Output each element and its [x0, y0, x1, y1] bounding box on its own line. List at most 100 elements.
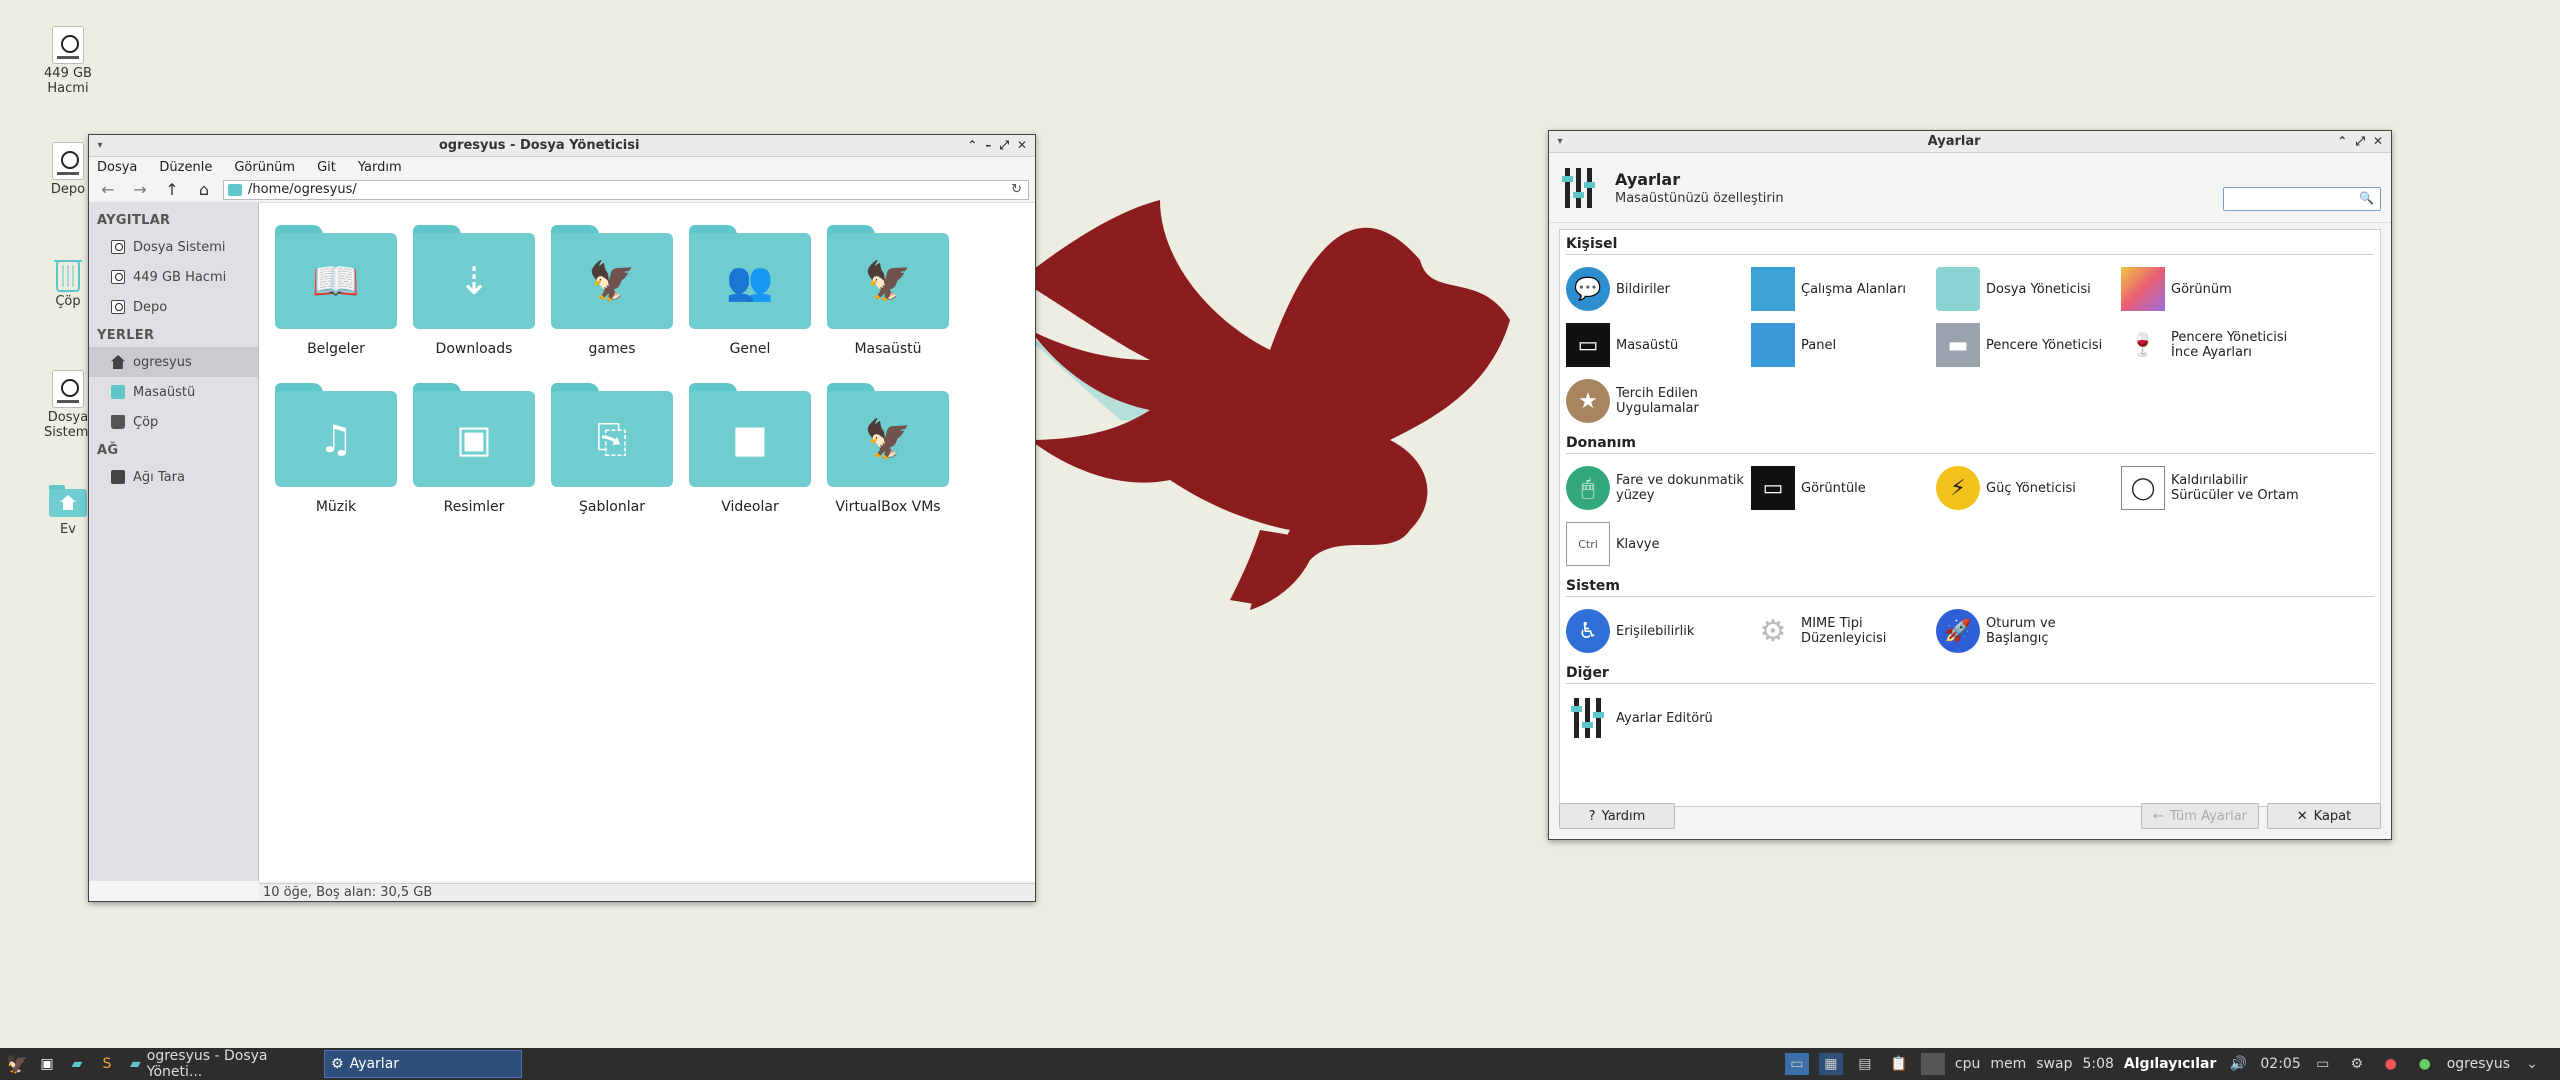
minimize-icon[interactable]: –: [985, 138, 991, 153]
settings-window[interactable]: ▾ Ayarlar ⌃ ⤢ ✕ Ayarlar Masaüstünüzü öze…: [1548, 130, 2392, 840]
folder-item[interactable]: 📖 Belgeler: [267, 225, 405, 357]
settings-item-preferred-apps[interactable]: ★ Tercih Edilen Uygulamalar: [1566, 379, 1751, 423]
back-arrow-icon: ←: [2152, 808, 2164, 824]
settings-item-mouse[interactable]: 🖱 Fare ve dokunmatik yüzey: [1566, 466, 1751, 510]
toolbar: ← → ↑ ⌂ /home/ogresyus/ ↻: [89, 177, 1035, 203]
sidebar-item-label: Masaüstü: [133, 384, 196, 400]
folder-item[interactable]: ⎘ Şablonlar: [543, 383, 681, 515]
window-manager-icon: ▬: [1936, 323, 1980, 367]
folder-item[interactable]: ▣ Resimler: [405, 383, 543, 515]
address-bar[interactable]: /home/ogresyus/ ↻: [223, 179, 1029, 200]
notification-bubble-icon: 💬: [1566, 267, 1610, 311]
terminal-icon[interactable]: ▣: [34, 1052, 60, 1076]
close-icon[interactable]: ✕: [1017, 138, 1027, 153]
sidebar-item-filesystem[interactable]: Dosya Sistemi: [89, 232, 258, 262]
window-menu-icon[interactable]: ▾: [89, 140, 111, 151]
forward-arrow-icon[interactable]: →: [127, 180, 153, 199]
menu-duzenle[interactable]: Düzenle: [159, 160, 212, 175]
gear-icon: ⚙: [1751, 609, 1795, 653]
settings-item-workspaces[interactable]: Çalışma Alanları: [1751, 267, 1936, 311]
settings-item-window-manager-tweaks[interactable]: 🍷 Pencere Yöneticisi İnce Ayarları: [2121, 323, 2306, 367]
folder-item[interactable]: ■ Videolar: [681, 383, 819, 515]
maximize-icon[interactable]: ⤢: [2355, 134, 2365, 149]
folder-item[interactable]: 👥 Genel: [681, 225, 819, 357]
close-icon[interactable]: ✕: [2373, 134, 2383, 149]
file-manager-window[interactable]: ▾ ogresyus - Dosya Yöneticisi ⌃ – ⤢ ✕ Do…: [88, 134, 1036, 902]
file-manager-titlebar[interactable]: ▾ ogresyus - Dosya Yöneticisi ⌃ – ⤢ ✕: [89, 135, 1035, 157]
file-manager-launcher-icon[interactable]: ▰: [64, 1052, 90, 1076]
shade-icon[interactable]: ⌃: [967, 138, 977, 153]
app-menu-eagle-icon[interactable]: 🦅: [4, 1052, 30, 1076]
menu-git[interactable]: Git: [317, 160, 336, 175]
back-arrow-icon[interactable]: ←: [95, 180, 121, 199]
settings-item-label: Erişilebilirlik: [1616, 623, 1695, 639]
settings-item-label: Ayarlar Editörü: [1616, 710, 1713, 726]
settings-item-label: Dosya Yöneticisi: [1986, 281, 2091, 297]
update-icon[interactable]: ●: [2379, 1053, 2403, 1075]
settings-item-removable-drives[interactable]: ◯ Kaldırılabilir Sürücüler ve Ortam: [2121, 466, 2306, 510]
sidebar-item-trash[interactable]: Çöp: [89, 407, 258, 437]
settings-item-power-manager[interactable]: ⚡ Güç Yöneticisi: [1936, 466, 2121, 510]
workspace-2-icon[interactable]: ▦: [1818, 1053, 1843, 1075]
folder-label: Masaüstü: [854, 341, 922, 357]
settings-item-display[interactable]: ▭ Görüntüle: [1751, 466, 1936, 510]
menu-dosya[interactable]: Dosya: [97, 160, 137, 175]
home-icon[interactable]: ⌂: [191, 180, 217, 199]
search-input[interactable]: 🔍: [2223, 187, 2381, 211]
gear-icon[interactable]: ⚙: [2345, 1053, 2369, 1075]
settings-item-panel[interactable]: Panel: [1751, 323, 1936, 367]
settings-item-appearance[interactable]: Görünüm: [2121, 267, 2306, 311]
up-arrow-icon[interactable]: ↑: [159, 180, 185, 199]
settings-item-settings-editor[interactable]: Ayarlar Editörü: [1566, 696, 1751, 740]
sidebar-item-label: Ağı Tara: [133, 469, 185, 485]
clipboard-icon[interactable]: 📋: [1887, 1053, 1911, 1075]
file-view[interactable]: 📖 Belgeler ⇣ Downloads 🦅 games 👥 Genel 🦅 Masaüstü…: [259, 203, 1035, 881]
reload-icon[interactable]: ↻: [1011, 182, 1028, 197]
folder-item[interactable]: 🦅 Masaüstü: [819, 225, 957, 357]
notification-icon[interactable]: ▭: [2311, 1053, 2335, 1075]
close-button[interactable]: ✕ Kapat: [2267, 803, 2381, 829]
sidebar-item-browse-network[interactable]: Ağı Tara: [89, 462, 258, 492]
folder-item[interactable]: 🦅 games: [543, 225, 681, 357]
folder-item[interactable]: ⇣ Downloads: [405, 225, 543, 357]
menu-gorunum[interactable]: Görünüm: [234, 160, 295, 175]
desktop-icon-449gb[interactable]: 449 GB Hacmi: [32, 26, 104, 96]
folder-icon: ⇣: [413, 225, 535, 329]
folder-label: games: [588, 341, 636, 357]
settings-item-notifications[interactable]: 💬 Bildiriler: [1566, 267, 1751, 311]
all-settings-button[interactable]: ← Tüm Ayarlar: [2141, 803, 2259, 829]
sidebar-item-depo[interactable]: Depo: [89, 292, 258, 322]
keyboard-icon: Ctrl: [1566, 522, 1610, 566]
network-icon[interactable]: ●: [2413, 1053, 2437, 1075]
sensors-label[interactable]: Algılayıcılar: [2124, 1056, 2216, 1072]
cpu-graph-icon: [1920, 1053, 1945, 1075]
help-button[interactable]: ? Yardım: [1559, 803, 1675, 829]
settings-item-window-manager[interactable]: ▬ Pencere Yöneticisi: [1936, 323, 2121, 367]
settings-item-accessibility[interactable]: ♿ Erişilebilirlik: [1566, 609, 1751, 653]
workspace-1-icon[interactable]: ▭: [1784, 1053, 1809, 1075]
settings-item-file-manager[interactable]: Dosya Yöneticisi: [1936, 267, 2121, 311]
settings-titlebar[interactable]: ▾ Ayarlar ⌃ ⤢ ✕: [1549, 131, 2391, 153]
folder-item[interactable]: ♫ Müzik: [267, 383, 405, 515]
settings-item-session-startup[interactable]: 🚀 Oturum ve Başlangıç: [1936, 609, 2121, 653]
window-menu-icon[interactable]: ▾: [1549, 136, 1571, 147]
sublime-text-icon[interactable]: S: [94, 1052, 120, 1076]
taskbar-task-file-manager[interactable]: ▰ ogresyus - Dosya Yöneti...: [124, 1048, 320, 1080]
shade-icon[interactable]: ⌃: [2337, 134, 2347, 149]
sidebar-item-449gb[interactable]: 449 GB Hacmi: [89, 262, 258, 292]
settings-item-keyboard[interactable]: Ctrl Klavye: [1566, 522, 1751, 566]
folder-item[interactable]: 🦅 VirtualBox VMs: [819, 383, 957, 515]
settings-item-desktop[interactable]: ▭ Masaüstü: [1566, 323, 1751, 367]
drive-tray-icon[interactable]: ▤: [1853, 1053, 1877, 1075]
taskbar-task-settings[interactable]: ⚙ Ayarlar: [324, 1050, 522, 1078]
sidebar-item-home[interactable]: ogresyus: [89, 347, 258, 377]
sidebar-item-label: Depo: [133, 299, 168, 315]
maximize-icon[interactable]: ⤢: [999, 138, 1009, 153]
volume-icon[interactable]: 🔊: [2226, 1053, 2250, 1075]
username[interactable]: ogresyus: [2447, 1056, 2510, 1072]
sidebar-item-desktop[interactable]: Masaüstü: [89, 377, 258, 407]
menu-yardim[interactable]: Yardım: [358, 160, 402, 175]
settings-item-mime-editor[interactable]: ⚙ MIME Tipi Düzenleyicisi: [1751, 609, 1936, 653]
chevron-down-icon[interactable]: ⌄: [2520, 1053, 2544, 1075]
clock[interactable]: 02:05: [2260, 1056, 2300, 1072]
